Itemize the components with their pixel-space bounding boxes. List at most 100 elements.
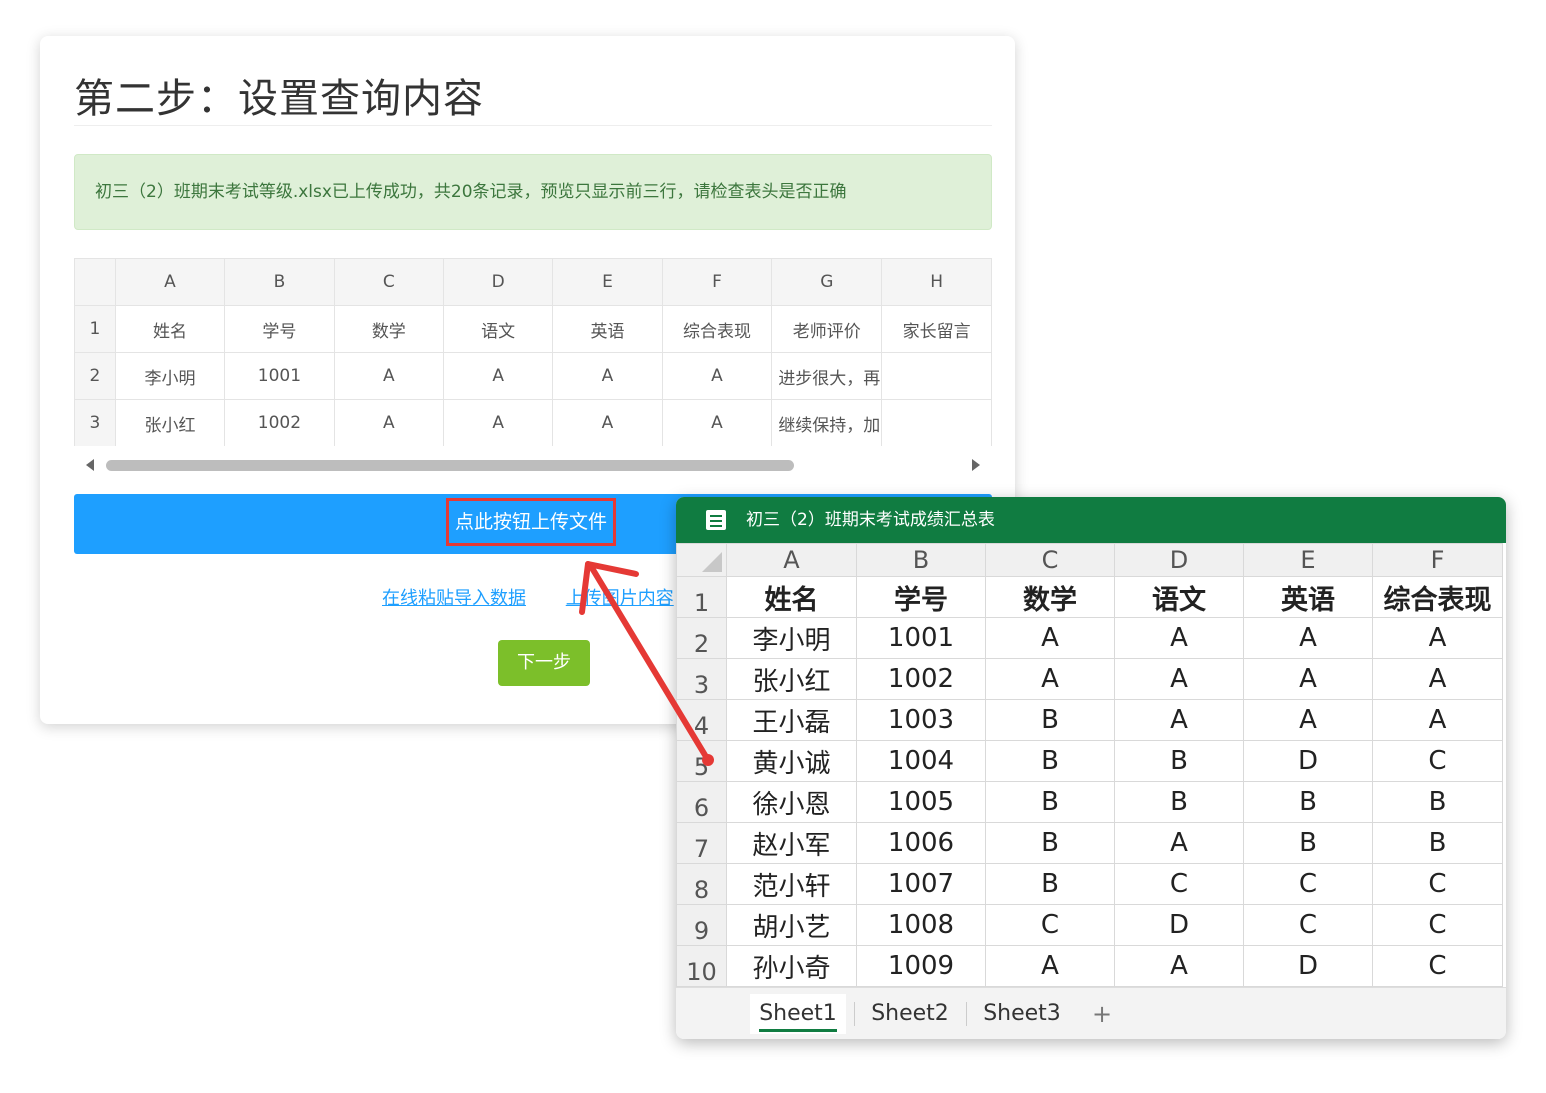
sheet-cell[interactable]: 综合表现 [1372,576,1503,618]
sheet-cell[interactable]: B [1372,781,1503,823]
preview-column-header-row: A B C D E F G H [74,258,992,306]
preview-col-c: C [333,258,444,306]
sheet-cell[interactable]: 1005 [856,781,986,823]
sheet-cell[interactable]: A [1372,699,1503,741]
sheet-cell[interactable]: B [985,822,1115,864]
spreadsheet-grid[interactable]: A B C D E F 1 姓名 学号 数学 语文 英语 综合表现 2 李小明 … [676,543,1506,987]
sheet-cell[interactable]: 1009 [856,945,986,987]
sheet-tab-sheet3[interactable]: Sheet3 [974,994,1070,1034]
next-step-button[interactable]: 下一步 [498,640,590,686]
preview-cell: 李小明 [114,352,226,400]
sheet-cell[interactable]: B [1243,781,1373,823]
sheet-tab-sheet1[interactable]: Sheet1 [750,994,846,1034]
sheet-col-header[interactable]: F [1372,543,1503,577]
image-upload-link[interactable]: 上传图片内容 [566,588,674,609]
sheet-cell[interactable]: B [1243,822,1373,864]
sheet-cell[interactable]: 孙小奇 [726,945,857,987]
paste-import-link[interactable]: 在线粘贴导入数据 [382,588,526,609]
sheet-cell[interactable]: 王小磊 [726,699,857,741]
sheet-row-number[interactable]: 3 [676,658,727,700]
sheet-cell[interactable]: A [985,945,1115,987]
sheet-cell[interactable]: C [1372,904,1503,946]
sheet-cell[interactable]: 1004 [856,740,986,782]
sheet-cell[interactable]: 1008 [856,904,986,946]
sheet-cell[interactable]: A [1372,658,1503,700]
add-sheet-icon[interactable]: + [1092,994,1112,1034]
sheet-cell[interactable]: 范小轩 [726,863,857,905]
sheet-cell[interactable]: 1001 [856,617,986,659]
sheet-row-number[interactable]: 8 [676,863,727,905]
sheet-cell[interactable]: 李小明 [726,617,857,659]
horizontal-scrollbar[interactable] [74,456,992,476]
sheet-tab-sheet2[interactable]: Sheet2 [862,994,958,1034]
sheet-cell[interactable]: 张小红 [726,658,857,700]
sheet-col-header[interactable]: E [1243,543,1373,577]
sheet-cell[interactable]: C [1372,740,1503,782]
sheet-col-header[interactable]: A [726,543,857,577]
sheet-row-number[interactable]: 5 [676,740,727,782]
sheet-cell[interactable]: 语文 [1114,576,1244,618]
sheet-tab-label: Sheet3 [983,1001,1061,1026]
sheet-cell[interactable]: 数学 [985,576,1115,618]
sheet-cell[interactable]: B [985,863,1115,905]
sheet-cell[interactable]: D [1114,904,1244,946]
sheet-col-header[interactable]: B [856,543,986,577]
scroll-right-icon[interactable] [972,459,980,471]
preview-table-container[interactable]: A B C D E F G H 1 姓名 学号 数学 语文 英语 综合表现 老师… [74,258,992,446]
sheet-cell[interactable]: A [1243,699,1373,741]
sheet-cell[interactable]: C [1372,945,1503,987]
sheet-cell[interactable]: B [985,740,1115,782]
sheet-cell[interactable]: C [1372,863,1503,905]
sheet-cell[interactable]: A [985,658,1115,700]
sheet-row-number[interactable]: 6 [676,781,727,823]
sheet-row-number[interactable]: 4 [676,699,727,741]
sheet-row-number[interactable]: 1 [676,576,727,618]
sheet-col-header[interactable]: C [985,543,1115,577]
sheet-cell[interactable]: A [1114,945,1244,987]
sheet-cell[interactable]: A [1114,617,1244,659]
sheet-cell[interactable]: 徐小恩 [726,781,857,823]
sheet-cell[interactable]: C [985,904,1115,946]
sheet-cell[interactable]: B [985,699,1115,741]
sheet-cell[interactable]: A [1114,822,1244,864]
sheet-cell[interactable]: D [1243,740,1373,782]
sheet-cell[interactable]: 赵小军 [726,822,857,864]
spreadsheet-window: 初三（2）班期末考试成绩汇总表 A B C D E F 1 姓名 学号 数学 语… [676,497,1506,1039]
sheet-cell[interactable]: B [1372,822,1503,864]
sheet-cell[interactable]: 黄小诚 [726,740,857,782]
spreadsheet-title: 初三（2）班期末考试成绩汇总表 [746,510,995,530]
sheet-cell[interactable]: D [1243,945,1373,987]
sheet-cell[interactable]: B [985,781,1115,823]
sheet-row-number[interactable]: 2 [676,617,727,659]
preview-cell: A [552,399,663,446]
sheet-cell[interactable]: A [1243,658,1373,700]
select-all-corner[interactable] [676,543,727,577]
sheet-row-number[interactable]: 10 [676,945,727,987]
sheet-cell[interactable]: 1003 [856,699,986,741]
sheet-cell[interactable]: C [1243,904,1373,946]
sheet-cell[interactable]: 英语 [1243,576,1373,618]
sheet-cell[interactable]: A [1114,658,1244,700]
sheet-cell[interactable]: A [1243,617,1373,659]
sheet-cell[interactable]: A [985,617,1115,659]
preview-cell: 学号 [224,305,335,353]
import-links: 在线粘贴导入数据 上传图片内容 [382,584,708,610]
sheet-cell[interactable]: A [1372,617,1503,659]
sheet-col-header[interactable]: D [1114,543,1244,577]
sheet-row-number[interactable]: 7 [676,822,727,864]
sheet-cell[interactable]: 1007 [856,863,986,905]
sheet-cell[interactable]: 1006 [856,822,986,864]
sheet-cell[interactable]: C [1114,863,1244,905]
sheet-cell[interactable]: 1002 [856,658,986,700]
sheet-row-number[interactable]: 9 [676,904,727,946]
sheet-cell[interactable]: 学号 [856,576,986,618]
sheet-cell[interactable]: B [1114,781,1244,823]
sheet-cell[interactable]: 胡小艺 [726,904,857,946]
sheet-cell[interactable]: B [1114,740,1244,782]
sheet-cell[interactable]: C [1243,863,1373,905]
scrollbar-thumb[interactable] [106,460,794,471]
sheet-cell[interactable]: A [1114,699,1244,741]
upload-file-button[interactable]: 点此按钮上传文件 [446,498,616,546]
scroll-left-icon[interactable] [86,459,94,471]
sheet-cell[interactable]: 姓名 [726,576,857,618]
